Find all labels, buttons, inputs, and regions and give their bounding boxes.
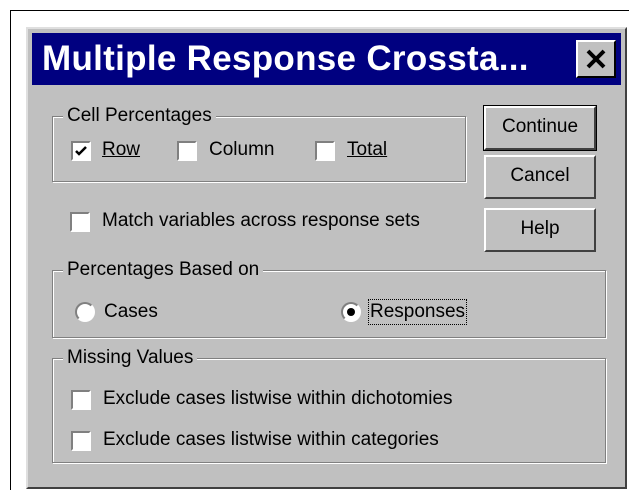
total-checkbox[interactable] bbox=[315, 141, 335, 161]
dialog-window: Multiple Response Crossta... Cell Percen… bbox=[26, 27, 627, 489]
row-label-text: Row bbox=[102, 139, 141, 160]
cancel-button[interactable]: Cancel bbox=[484, 155, 596, 199]
missing-values-legend: Missing Values bbox=[63, 347, 198, 369]
checkmark-icon bbox=[75, 146, 87, 156]
continue-button[interactable]: Continue bbox=[483, 105, 597, 151]
exclude-dichotomies-label: Exclude cases listwise within dichotomie… bbox=[103, 388, 453, 409]
window-title: Multiple Response Crossta... bbox=[42, 39, 529, 78]
close-button[interactable] bbox=[576, 40, 616, 78]
total-label-text: Total bbox=[347, 139, 388, 160]
percentages-based-on-group: Percentages Based on Cases Responses bbox=[52, 259, 606, 338]
match-variables-checkbox[interactable] bbox=[70, 212, 90, 232]
exclude-dichotomies-checkbox[interactable] bbox=[71, 390, 91, 410]
total-label: Total bbox=[347, 139, 387, 161]
help-button[interactable]: Help bbox=[484, 208, 596, 252]
close-icon bbox=[586, 49, 606, 69]
column-checkbox[interactable] bbox=[177, 141, 197, 161]
column-label: Column bbox=[209, 139, 275, 160]
exclude-categories-checkbox[interactable] bbox=[71, 431, 91, 451]
cell-percentages-legend: Cell Percentages bbox=[63, 105, 216, 127]
missing-values-group: Missing Values Exclude cases listwise wi… bbox=[52, 347, 606, 463]
responses-label: Responses bbox=[367, 299, 468, 325]
cell-percentages-group: Cell Percentages Row Column Total bbox=[52, 105, 466, 182]
cases-radio[interactable] bbox=[75, 302, 95, 322]
responses-radio[interactable] bbox=[341, 302, 361, 322]
match-variables-label: Match variables across response sets bbox=[102, 210, 420, 231]
radio-selected-dot bbox=[347, 308, 355, 316]
title-bar[interactable]: Multiple Response Crossta... bbox=[32, 33, 621, 85]
percentages-based-on-legend: Percentages Based on bbox=[63, 259, 264, 281]
row-checkbox[interactable] bbox=[71, 141, 91, 161]
exclude-categories-label: Exclude cases listwise within categories bbox=[103, 429, 439, 450]
row-label: Row bbox=[102, 139, 140, 161]
cases-label: Cases bbox=[104, 301, 158, 322]
